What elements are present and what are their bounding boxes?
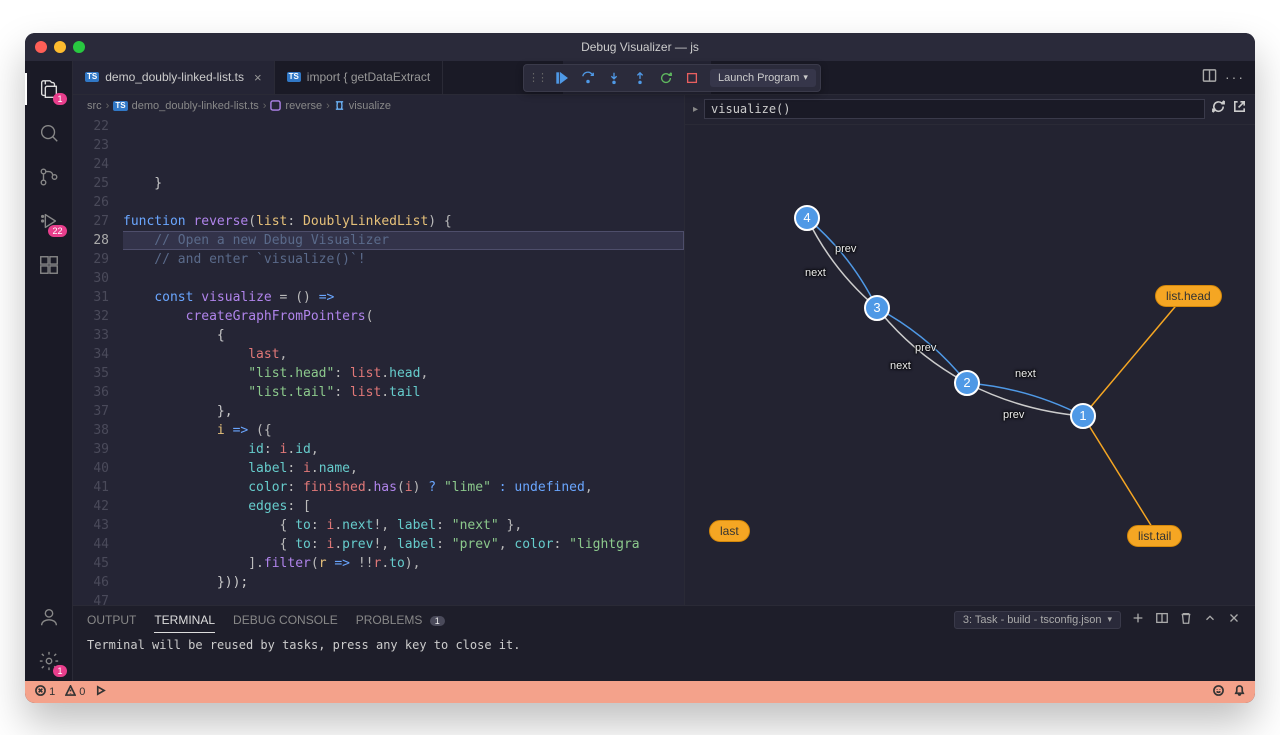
drag-grip-icon[interactable]: ⋮⋮ [528, 71, 546, 84]
edge-label: next [890, 360, 911, 372]
breadcrumb-item[interactable]: reverse [285, 100, 322, 112]
breadcrumb-item[interactable]: visualize [349, 100, 391, 112]
titlebar: Debug Visualizer — js [25, 33, 1255, 61]
explorer-icon[interactable]: 1 [25, 69, 73, 109]
graph-canvas[interactable]: 4321lastlist.headlist.tailprevnextprevne… [685, 125, 1255, 605]
graph-node[interactable]: 3 [864, 295, 890, 321]
explorer-badge: 1 [53, 93, 66, 105]
editor-tab-second[interactable]: TS import { getDataExtract [275, 61, 444, 94]
edge-label: next [1015, 368, 1036, 380]
editor-tab-active[interactable]: TS demo_doubly-linked-list.ts × [73, 61, 275, 94]
visualizer-toolbar: ▸ [685, 95, 1255, 125]
chevron-right-icon[interactable]: ▸ [693, 104, 698, 115]
breadcrumb-item[interactable]: demo_doubly-linked-list.ts [132, 100, 259, 112]
settings-gear-icon[interactable]: 1 [25, 641, 73, 681]
typescript-icon: TS [113, 101, 127, 111]
close-window-button[interactable] [35, 41, 47, 53]
panel-tab-bar: OUTPUT TERMINAL DEBUG CONSOLE PROBLEMS 1… [73, 606, 1255, 634]
chevron-right-icon: › [106, 100, 110, 112]
errors-count[interactable]: 1 [35, 685, 55, 698]
restart-button[interactable] [654, 67, 678, 89]
stop-button[interactable] [680, 67, 704, 89]
graph-node[interactable]: 4 [794, 205, 820, 231]
typescript-icon: TS [287, 72, 301, 82]
window: Debug Visualizer — js 1 22 [25, 33, 1255, 703]
chevron-right-icon: › [326, 100, 330, 112]
split-editor-icon[interactable] [1202, 68, 1217, 86]
step-into-button[interactable] [602, 67, 626, 89]
run-icon[interactable] [95, 685, 106, 698]
panel-tab-debug-console[interactable]: DEBUG CONSOLE [233, 613, 338, 627]
activity-bar: 1 22 1 [25, 61, 73, 681]
continue-button[interactable] [550, 67, 574, 89]
graph-node[interactable]: 1 [1070, 403, 1096, 429]
settings-badge: 1 [53, 665, 66, 677]
kill-terminal-icon[interactable] [1179, 611, 1193, 628]
debug-badge: 22 [48, 225, 66, 237]
popout-icon[interactable] [1232, 99, 1247, 119]
tab-label: import { getDataExtract [307, 70, 430, 84]
maximize-panel-icon[interactable] [1203, 611, 1217, 628]
terminal-selector-dropdown[interactable]: 3: Task - build - tsconfig.json ▾ [954, 611, 1121, 629]
edge-label: prev [835, 243, 856, 255]
step-over-button[interactable] [576, 67, 600, 89]
code-lines[interactable]: } function reverse(list: DoublyLinkedLis… [123, 117, 684, 605]
accounts-icon[interactable] [25, 597, 73, 637]
source-control-icon[interactable] [25, 157, 73, 197]
refresh-icon[interactable] [1211, 99, 1226, 119]
minimize-window-button[interactable] [54, 41, 66, 53]
problems-count-badge: 1 [430, 616, 445, 626]
extensions-icon[interactable] [25, 245, 73, 285]
search-icon[interactable] [25, 113, 73, 153]
code-editor[interactable]: 2223242526272829303132333435363738394041… [73, 117, 684, 605]
pointer-node[interactable]: last [709, 520, 750, 542]
panel-tab-output[interactable]: OUTPUT [87, 613, 136, 627]
chevron-right-icon: › [263, 100, 267, 112]
method-icon [270, 100, 281, 111]
breadcrumb[interactable]: src › TS demo_doubly-linked-list.ts › re… [73, 95, 684, 117]
variable-icon [334, 100, 345, 111]
notifications-icon[interactable] [1234, 685, 1245, 698]
panel-tab-problems[interactable]: PROBLEMS 1 [356, 613, 445, 627]
warnings-count[interactable]: 0 [65, 685, 85, 698]
new-terminal-icon[interactable] [1131, 611, 1145, 628]
chevron-down-icon: ▾ [1107, 614, 1112, 625]
traffic-lights [35, 41, 85, 53]
debug-icon[interactable]: 22 [25, 201, 73, 241]
close-tab-icon[interactable]: × [254, 70, 262, 85]
edge-label: prev [915, 342, 936, 354]
step-out-button[interactable] [628, 67, 652, 89]
tab-label: demo_doubly-linked-list.ts [105, 70, 244, 84]
tab-bar: TS demo_doubly-linked-list.ts × TS impor… [73, 61, 1255, 95]
launch-config-label: Launch Program [718, 72, 799, 84]
terminal-output[interactable]: Terminal will be reused by tasks, press … [73, 634, 1255, 681]
pointer-node[interactable]: list.tail [1127, 525, 1182, 547]
visualizer-expression-input[interactable] [704, 99, 1205, 119]
panel-tab-terminal[interactable]: TERMINAL [154, 613, 215, 633]
pointer-node[interactable]: list.head [1155, 285, 1222, 307]
split-terminal-icon[interactable] [1155, 611, 1169, 628]
graph-node[interactable]: 2 [954, 370, 980, 396]
more-actions-icon[interactable]: ··· [1225, 69, 1245, 85]
debug-toolbar[interactable]: ⋮⋮ Launch Program ▾ [523, 64, 821, 92]
bottom-panel: OUTPUT TERMINAL DEBUG CONSOLE PROBLEMS 1… [73, 605, 1255, 681]
chevron-down-icon: ▾ [803, 72, 808, 83]
feedback-icon[interactable] [1213, 685, 1224, 698]
breadcrumb-item[interactable]: src [87, 100, 102, 112]
typescript-icon: TS [85, 72, 99, 82]
maximize-window-button[interactable] [73, 41, 85, 53]
launch-config-dropdown[interactable]: Launch Program ▾ [710, 69, 816, 87]
window-title: Debug Visualizer — js [581, 40, 699, 54]
edge-label: next [805, 267, 826, 279]
close-panel-icon[interactable] [1227, 611, 1241, 628]
line-gutter: 2223242526272829303132333435363738394041… [73, 117, 123, 605]
edge-label: prev [1003, 409, 1024, 421]
status-bar: 1 0 [25, 681, 1255, 703]
